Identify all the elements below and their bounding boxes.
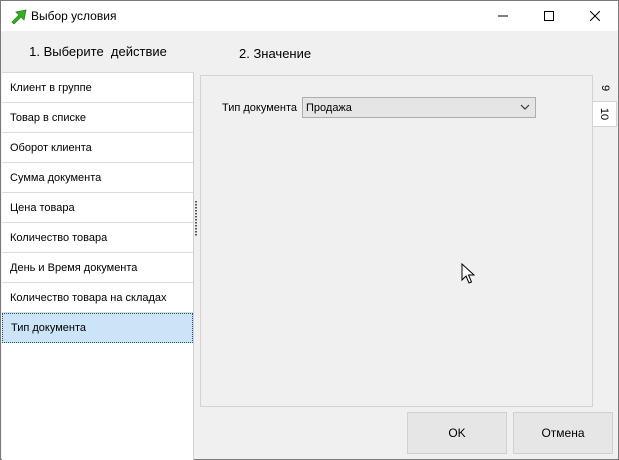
list-item[interactable]: Клиент в группе (2, 73, 193, 103)
minimize-button[interactable] (480, 1, 526, 31)
list-item[interactable]: Товар в списке (2, 103, 193, 133)
list-item-label: Сумма документа (10, 171, 102, 184)
list-item-label: Оборот клиента (10, 141, 92, 154)
list-item-label: Количество товара (10, 231, 108, 244)
step1-header: 1. Выберите действие (2, 31, 194, 73)
list-item-label: День и Время документа (10, 261, 138, 274)
list-item[interactable]: День и Время документа (2, 253, 193, 283)
list-item[interactable]: Цена товара (2, 193, 193, 223)
document-type-select[interactable]: Продажа (302, 97, 536, 118)
splitter-handle[interactable] (195, 201, 197, 237)
list-item-label: Цена товара (10, 201, 75, 214)
green-arrow-icon (11, 9, 27, 24)
value-panel: Тип документа Продажа (200, 75, 593, 407)
close-icon (590, 11, 600, 21)
maximize-icon (544, 11, 554, 21)
dialog-window: Выбор условия 1. Выберите действие Клиен… (0, 0, 619, 460)
list-item[interactable]: Количество товара на складах (2, 283, 193, 313)
condition-list[interactable]: Клиент в группе Товар в списке Оборот кл… (2, 73, 194, 460)
step2-header: 2. Значение (239, 46, 312, 61)
tab-10[interactable]: 10 (593, 101, 617, 127)
mouse-cursor-icon (461, 263, 475, 284)
tab-9[interactable]: 9 (593, 75, 617, 101)
step1-header-text: 1. Выберите действие (29, 44, 167, 59)
list-item-label: Клиент в группе (10, 81, 92, 94)
document-type-value: Продажа (306, 101, 352, 114)
list-item[interactable]: Оборот клиента (2, 133, 193, 163)
list-item-label: Количество товара на складах (10, 291, 167, 304)
tab-9-label: 9 (599, 84, 611, 92)
minimize-icon (498, 15, 508, 17)
chevron-down-icon (520, 104, 530, 110)
tab-10-label: 10 (598, 107, 611, 121)
list-item-selected[interactable]: Тип документа (2, 313, 193, 343)
list-item[interactable]: Сумма документа (2, 163, 193, 193)
title-bar: Выбор условия (1, 1, 618, 31)
window-title: Выбор условия (31, 9, 117, 23)
list-item-label: Товар в списке (10, 111, 87, 124)
list-item[interactable]: Количество товара (2, 223, 193, 253)
close-button[interactable] (572, 1, 618, 31)
ok-button[interactable]: OK (407, 412, 507, 454)
list-item-label: Тип документа (11, 322, 87, 334)
document-type-label: Тип документа (222, 102, 298, 114)
page-tabs: 9 10 (593, 75, 619, 131)
maximize-button[interactable] (526, 1, 572, 31)
cancel-button[interactable]: Отмена (513, 412, 613, 454)
